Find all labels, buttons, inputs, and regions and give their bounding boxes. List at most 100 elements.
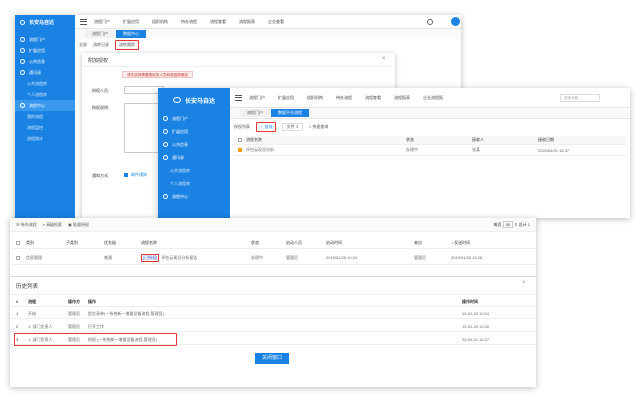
history-title: 历史列表 [16,284,39,290]
back-sidebar-item[interactable]: 扩展应用 [15,45,75,56]
back-sidebar-subitem[interactable]: 流程监控 [15,122,75,133]
history-row: 2 1. 部门负责人 管理员 打开工作 19-02-25 10:26 [10,322,536,332]
pending-flow-button[interactable]: ☰ 待办流程 [16,222,37,228]
back-menu-item[interactable]: 组织机构 [152,19,168,25]
back-toolbar-btn[interactable]: 全部 [79,42,87,48]
row-checkbox[interactable] [238,148,242,152]
back-sidebar-subitem[interactable]: 流程统计 [15,133,75,144]
back-tab[interactable]: 流程门户 [85,30,115,38]
home-icon [163,116,168,121]
back-menu-item[interactable]: 流程报表 [239,19,255,25]
mid-tab-active[interactable]: 数据平台流程 [271,109,309,117]
col-category: 类别 [26,240,34,245]
menu-icon[interactable] [235,94,242,101]
row-status: 办理中 [406,147,418,152]
row-date: 2020/04/01 16:37 [538,147,570,153]
mid-sidebar-subitem[interactable]: 个人流程库 [158,177,230,190]
row-from: 管理员 [414,254,426,260]
logo-icon [20,19,25,25]
row-name: 评估云现况分析 [246,147,274,152]
apps-icon [163,129,168,134]
batch-auth-button[interactable]: ▣ 批量授权 [68,222,89,228]
mid-menu-item[interactable]: 流程门户 [249,95,265,101]
logo-icon [172,97,181,103]
mid-menu-item[interactable]: 流程报表 [394,95,410,101]
pager: 每页 30 ⇕ 总计 1 [493,221,530,228]
back-tabbar: 流程门户 数据中心 [75,29,461,39]
row-priority: 普通 [104,254,112,260]
row-start-time: 2019/01/25 10:24 [326,255,358,260]
mid-menu-item[interactable]: 流程查看 [365,95,381,101]
back-toolbar-btn[interactable]: 流转记录 [93,42,109,48]
back-sidebar-subitem[interactable]: 公共流程库 [15,78,75,89]
mid-sidebar-item[interactable]: 公共信息 [158,138,230,151]
back-sidebar-item[interactable]: 流程门户 [15,34,75,45]
front-table-row[interactable]: 信息管理 普通 [已授权] 评估云现况分析报告 办理中 管理员 2019/01/… [10,251,536,265]
mid-tab[interactable]: 流程门户 [240,109,270,117]
row-recipient: 张某 [472,147,480,152]
front-table-header: 类别 子类别 优先级 流程名称 状态 启动人员 启动时间 来自 ↓ 发送时间 [10,238,536,249]
back-menu-item[interactable]: 企业查看 [268,19,284,25]
row-checkbox[interactable] [16,255,20,260]
back-menu-item[interactable]: 扩展应用 [123,19,139,25]
mid-menu-item[interactable]: 扩展应用 [278,95,294,101]
user-avatar[interactable] [451,17,460,26]
contacts-icon [20,70,25,75]
auth-list-button[interactable]: 授权列表 [234,124,250,130]
mid-menu-item[interactable]: 组织机构 [307,95,323,101]
close-window-button[interactable]: 关闭窗口 [255,353,289,364]
menu-icon[interactable] [80,18,87,25]
close-icon[interactable]: × [522,280,526,286]
mid-sidebar-item[interactable]: 通讯录 [158,151,230,164]
mid-sidebar-item[interactable]: 扩展应用 [158,125,230,138]
back-sidebar-subitem[interactable]: 个人流程库 [15,89,75,100]
type-select[interactable]: 文件 ⇕ [282,123,303,131]
history-panel: 历史列表 × # 流程 操作方 操作 操作时间 1 开始 管理员 提交表单(一系… [10,276,536,387]
mid-tabbar: 流程门户 数据平台流程 [230,108,630,119]
back-sidebar-item[interactable]: 通讯录 [15,67,75,78]
row-category: 信息管理 [26,254,42,260]
row-flow-name[interactable]: [已授权] 评估云现况分析报告 [141,253,251,262]
mid-sidebar: 长安马自达 流程门户 扩展应用 公共信息 通讯录 公共流程库 个人流程库 流程中… [158,88,230,218]
col-recipient: 接收人 [472,137,484,142]
per-page-select[interactable]: 30 [502,221,514,228]
col-flow-name: 流程名称 [141,240,157,245]
row-status: 办理中 [251,254,263,260]
mid-search-box[interactable]: 搜索流程 [560,94,600,102]
search-icon[interactable] [427,19,433,25]
email-checkbox[interactable] [124,173,128,177]
mid-table-row[interactable]: 评估云现况分析 办理中 张某 2020/04/01 16:37 [234,145,626,156]
back-sidebar: 长安马自达 流程门户 扩展应用 公共信息 通讯录 公共流程库 个人流程库 流程中… [15,15,75,227]
front-toolbar: ☰ 待办流程 ⌕ 高级检索 ▣ 批量授权 每页 30 ⇕ 总计 1 [10,218,536,232]
mid-sidebar-item[interactable]: 流程中心 [158,190,230,203]
quick-search-button[interactable]: ⌕ 快速查询 [309,124,328,130]
select-all-checkbox[interactable] [238,138,242,142]
col-date: 接收日期 [538,137,554,142]
back-tab-active[interactable]: 数据中心 [116,30,146,38]
mid-toolbar: 授权列表 ✓ 批准 文件 ⇕ ⌕ 快速查询 [234,122,624,132]
flow-track-button[interactable]: 流转跟踪 [115,40,139,50]
history-divider [10,294,536,295]
back-menu-item[interactable]: 待办流程 [181,19,197,25]
mid-menu-item[interactable]: 待办流程 [336,95,352,101]
select-all-checkbox[interactable] [16,241,20,245]
info-icon [163,142,168,147]
back-sidebar-subitem[interactable]: 我的流程 [15,111,75,122]
back-menu-item[interactable]: 流程门户 [94,19,110,25]
mid-sidebar-subitem[interactable]: 公共流程库 [158,164,230,177]
back-toolbar: 全部 流转记录 流转跟踪 [79,40,459,50]
back-sidebar-item[interactable]: 公共信息 [15,56,75,67]
email-option[interactable]: 邮件通知 [124,172,147,178]
back-sidebar-item[interactable]: 流程中心 [15,100,75,111]
mid-menu-item[interactable]: 企业流程报 [423,95,443,101]
col-starter: 启动人员 [286,240,302,245]
col-start-time: 启动时间 [326,240,342,245]
col-priority: 优先级 [104,240,116,245]
highlight-box [14,333,177,346]
approve-button[interactable]: ✓ 批准 [256,122,277,132]
advanced-search-button[interactable]: ⌕ 高级检索 [43,222,62,228]
mid-sidebar-item[interactable]: 流程门户 [158,112,230,125]
back-menu-item[interactable]: 流程查看 [210,19,226,25]
front-window: ☰ 待办流程 ⌕ 高级检索 ▣ 批量授权 每页 30 ⇕ 总计 1 类别 子类别… [10,218,536,387]
close-icon[interactable]: × [382,56,386,62]
